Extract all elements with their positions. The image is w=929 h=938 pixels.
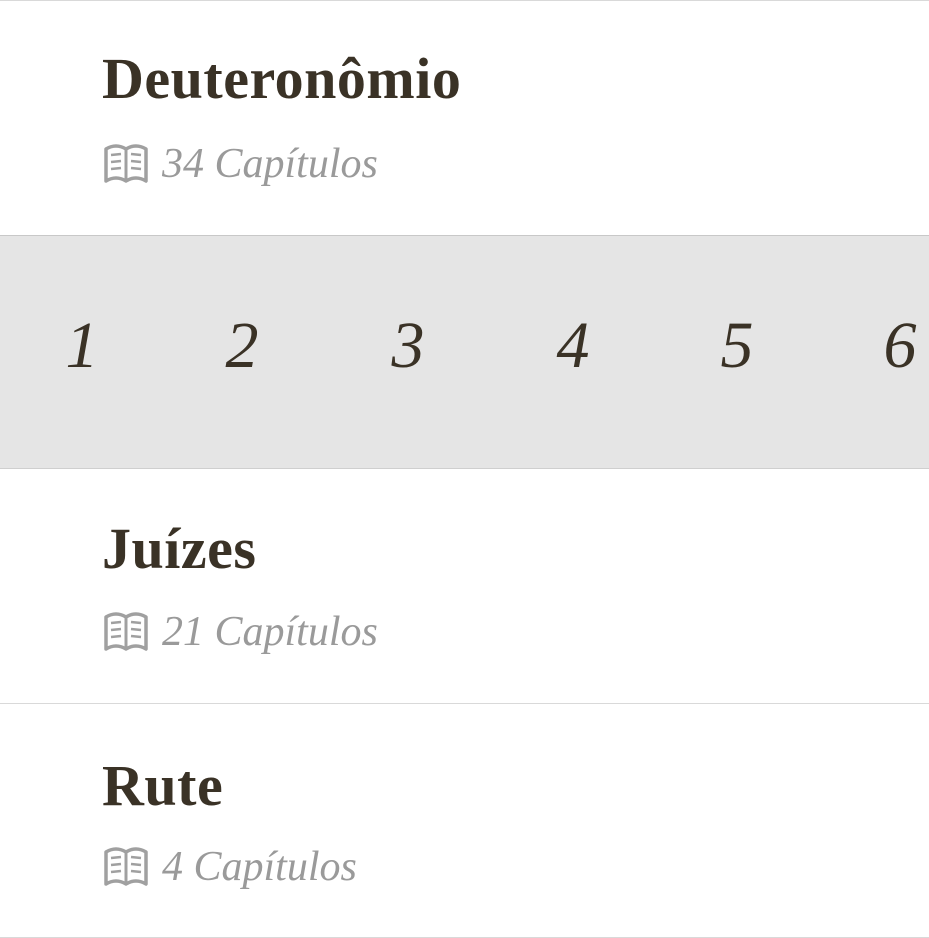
chapter-count-label: 21 Capítulos [162, 609, 378, 655]
chapter-number-3[interactable]: 3 [378, 308, 438, 384]
book-open-icon [104, 144, 148, 183]
book-item-juizes[interactable]: Juízes 21 Capítulos [0, 468, 929, 703]
chapter-number-2[interactable]: 2 [212, 308, 272, 384]
chapter-number-5[interactable]: 5 [707, 308, 767, 384]
chapter-count-label: 34 Capítulos [162, 141, 378, 187]
chapter-count: 4 Capítulos [102, 844, 357, 890]
book-title: Rute [102, 753, 224, 818]
book-open-icon [104, 847, 148, 886]
chapter-count: 21 Capítulos [102, 609, 378, 655]
book-item-deuteronomio[interactable]: Deuteronômio 34 Capítulos [0, 0, 929, 235]
chapter-selector: 1 2 3 4 5 6 [0, 235, 929, 468]
book-item-rute[interactable]: Rute 4 Capítulos [0, 703, 929, 938]
chapter-number-4[interactable]: 4 [543, 308, 603, 384]
book-open-icon [104, 612, 148, 651]
chapter-count-label: 4 Capítulos [162, 844, 357, 890]
chapter-count: 34 Capítulos [102, 141, 378, 187]
book-title: Juízes [102, 516, 257, 581]
book-title: Deuteronômio [102, 46, 462, 111]
chapter-number-1[interactable]: 1 [52, 308, 112, 384]
chapter-number-6[interactable]: 6 [870, 308, 929, 384]
